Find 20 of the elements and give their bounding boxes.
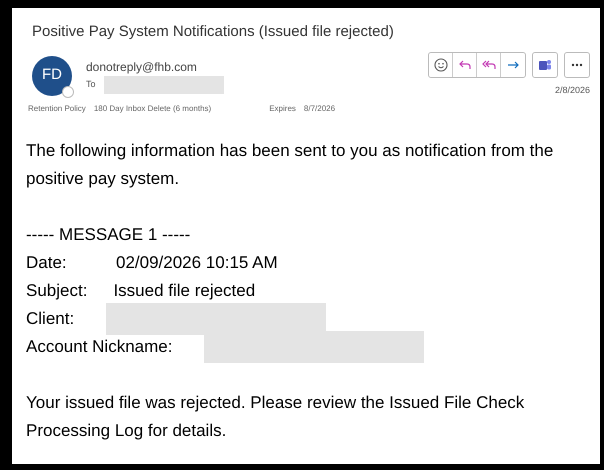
received-date: 2/8/2026 — [554, 84, 590, 96]
field-label: Client: — [26, 308, 74, 330]
presence-icon — [62, 86, 74, 98]
retention-value: 180 Day Inbox Delete (6 months) — [94, 103, 212, 115]
expires-date: 8/7/2026 — [304, 103, 336, 115]
retention-label: Retention Policy — [28, 103, 86, 115]
field-label: Date: — [26, 252, 68, 274]
field-label: Subject: — [26, 280, 88, 302]
closing-paragraph: Your issued file was rejected. Please review the Issued File Check Processing Log for details. — [26, 392, 526, 442]
field-value: 02/09/2026 10:15 AM — [116, 252, 278, 274]
field-value: Issued file rejected — [113, 280, 256, 302]
teams-icon[interactable] — [532, 52, 558, 78]
avatar: FD — [32, 56, 72, 96]
expires-label: Expires — [269, 103, 296, 115]
sender-email[interactable]: donotreply@fhb.com — [86, 58, 224, 76]
to-label: To — [86, 78, 96, 91]
field-label: Account Nickname: — [26, 336, 172, 358]
email-subject: Positive Pay System Notifications (Issued file rejected) — [32, 22, 395, 42]
intro-paragraph: The following information has been sent to you as notification from the positive pay system. — [26, 140, 554, 190]
message-separator: ----- MESSAGE 1 ----- — [26, 224, 192, 246]
